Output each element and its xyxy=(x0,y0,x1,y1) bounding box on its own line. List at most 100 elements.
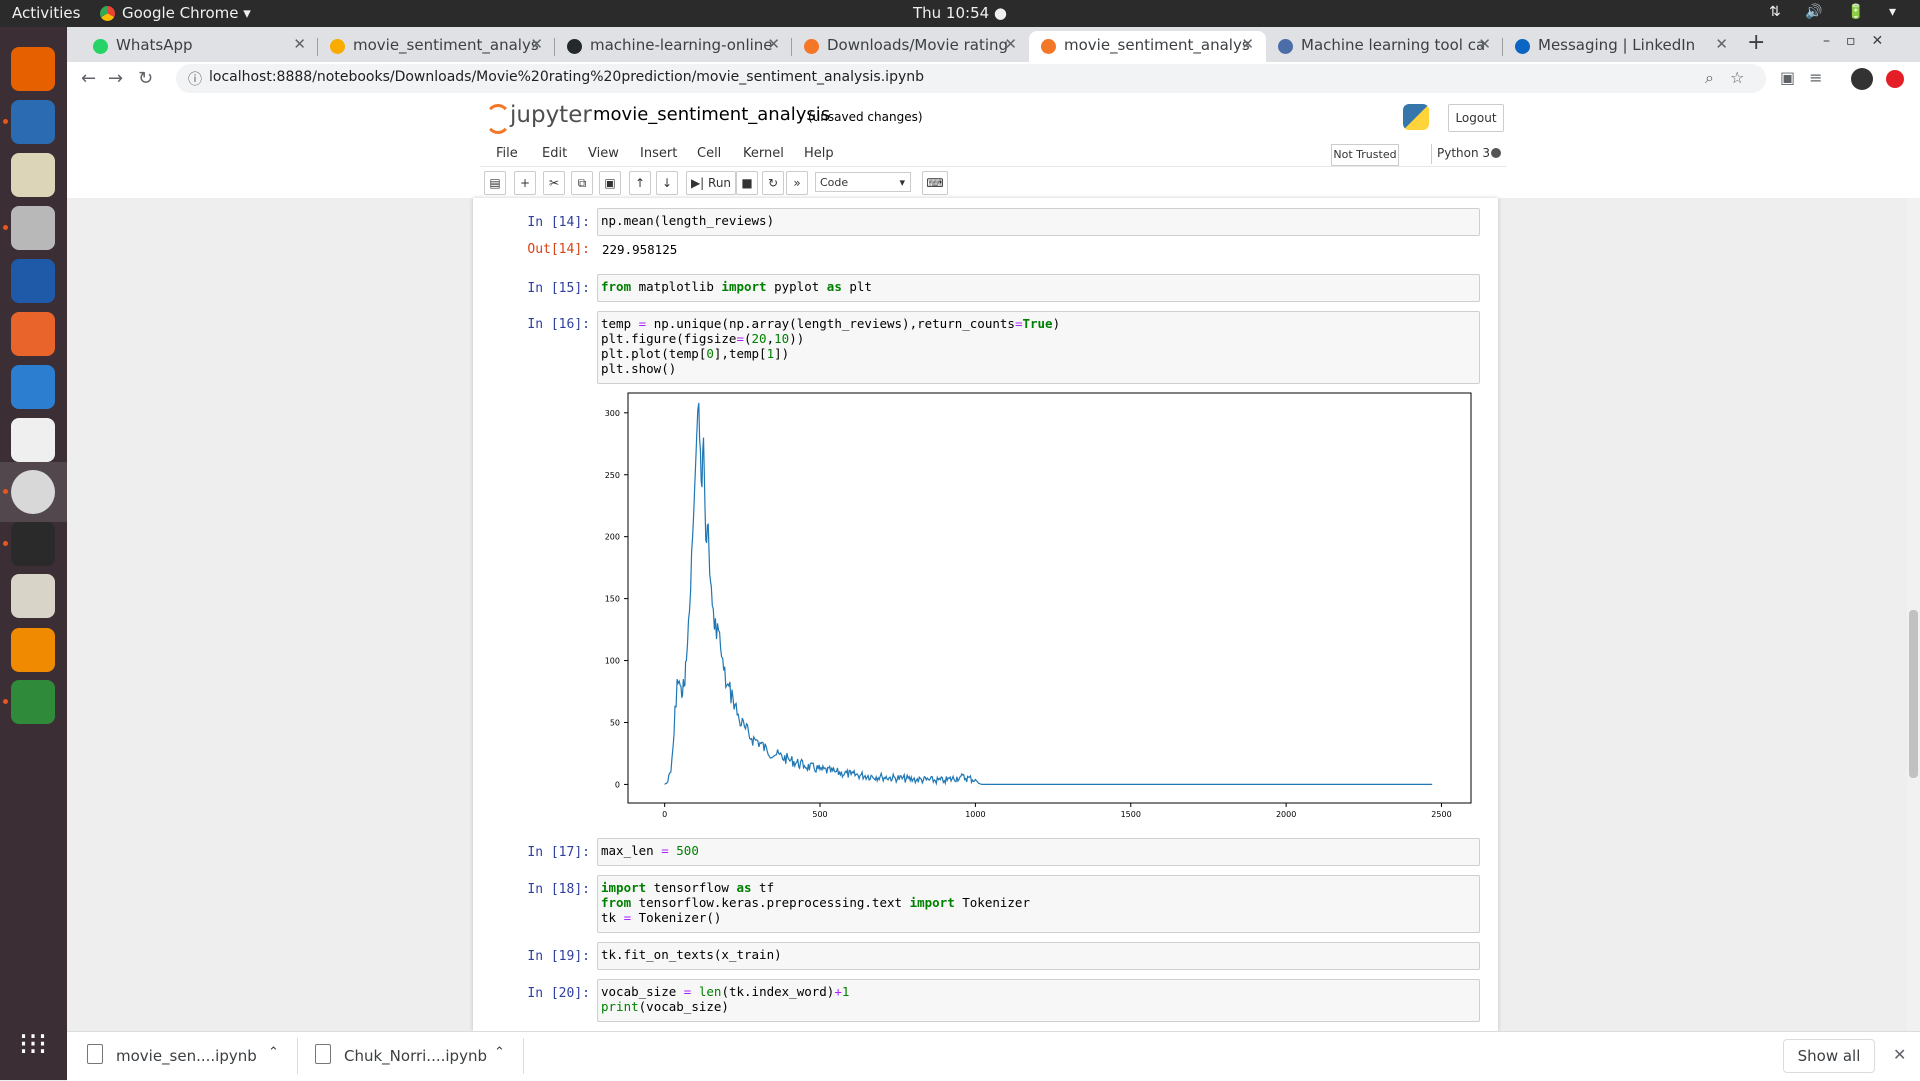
window-controls[interactable]: –▫✕ xyxy=(1823,33,1899,49)
code-cell-17[interactable]: max_len = 500 xyxy=(597,838,1480,866)
close-tab-icon[interactable]: ✕ xyxy=(1715,35,1728,53)
files-icon[interactable] xyxy=(11,206,55,250)
extension-red-icon[interactable] xyxy=(1886,70,1904,88)
close-tab-icon[interactable]: ✕ xyxy=(767,35,780,53)
close-icon[interactable]: ✕ xyxy=(1893,1045,1906,1064)
amazon-icon[interactable] xyxy=(11,418,55,462)
firefox-icon[interactable] xyxy=(11,47,55,91)
forward-icon[interactable]: → xyxy=(108,68,123,89)
x-tick-label: 2500 xyxy=(1431,810,1451,819)
code-cell-14[interactable]: np.mean(length_reviews) xyxy=(597,208,1480,236)
input-prompt: In [18]: xyxy=(527,882,590,897)
notebook-name[interactable]: movie_sentiment_analysis xyxy=(593,104,830,125)
close-tab-icon[interactable]: ✕ xyxy=(1478,35,1491,53)
writer-icon[interactable] xyxy=(11,259,55,303)
tab-separator xyxy=(554,38,555,56)
activities-button[interactable]: Activities xyxy=(12,4,80,22)
thunderbird-icon[interactable] xyxy=(11,100,55,144)
kernel-name[interactable]: Python 3 xyxy=(1437,146,1490,160)
menu-insert[interactable]: Insert xyxy=(640,146,677,161)
settings-icon[interactable] xyxy=(11,574,55,618)
browser-tab[interactable]: Machine learning tool car ✕ xyxy=(1266,31,1503,62)
chevron-down-icon: ▾ xyxy=(899,176,905,189)
code-cell-15[interactable]: from matplotlib import pyplot as plt xyxy=(597,274,1480,302)
reload-icon[interactable]: ↻ xyxy=(138,68,153,89)
plot-frame xyxy=(627,392,1472,804)
chevron-up-icon[interactable]: ⌃ xyxy=(268,1045,279,1060)
code-cell-18[interactable]: import tensorflow as tf from tensorflow.… xyxy=(597,875,1480,933)
menu-cell[interactable]: Cell xyxy=(697,146,721,161)
back-icon[interactable]: ← xyxy=(81,68,96,89)
save-status: (unsaved changes) xyxy=(808,110,923,124)
profile-avatar[interactable] xyxy=(1851,68,1873,90)
download-separator xyxy=(523,1038,524,1074)
code-text: max_len = 500 xyxy=(601,843,699,858)
logout-button[interactable]: Logout xyxy=(1448,104,1504,132)
browser-tab[interactable]: Downloads/Movie rating ✕ xyxy=(792,31,1029,62)
help-icon[interactable] xyxy=(11,365,55,409)
close-tab-icon[interactable]: ✕ xyxy=(530,35,543,53)
code-cell-16[interactable]: temp = np.unique(np.array(length_reviews… xyxy=(597,311,1480,384)
vlc-icon[interactable] xyxy=(11,628,55,672)
run-button[interactable]: ▶| Run xyxy=(686,171,736,195)
copy-icon[interactable]: ⧉ xyxy=(571,171,593,195)
save-icon[interactable]: ▤ xyxy=(484,171,506,195)
clock[interactable]: Thu 10:54 ● xyxy=(913,4,1007,22)
tab-separator xyxy=(317,38,318,56)
browser-tab[interactable]: machine-learning-online ✕ xyxy=(555,31,792,62)
rhythmbox-icon[interactable] xyxy=(11,153,55,197)
omnibox-actions[interactable]: ⌕☆ xyxy=(1705,68,1760,88)
close-tab-icon[interactable]: ✕ xyxy=(293,35,306,53)
scrollbar-thumb[interactable] xyxy=(1909,610,1918,778)
menu-file[interactable]: File xyxy=(496,146,518,161)
site-info-icon[interactable]: ⓘ xyxy=(188,69,202,89)
menu-edit[interactable]: Edit xyxy=(542,146,567,161)
chrome-icon[interactable] xyxy=(11,470,55,514)
code-cell-20[interactable]: vocab_size = len(tk.index_word)+1 print(… xyxy=(597,979,1480,1022)
calc-icon[interactable] xyxy=(11,680,55,724)
download-item-1[interactable]: movie_sen....ipynb xyxy=(116,1047,257,1065)
system-tray[interactable]: ⇅ 🔊 🔋 ▾ xyxy=(1769,4,1906,20)
extension-icons[interactable]: ▣≡ xyxy=(1780,68,1837,87)
restart-run-all-icon[interactable]: » xyxy=(786,171,808,195)
app-menu[interactable]: Google Chrome ▾ xyxy=(100,4,251,22)
move-down-icon[interactable]: ↓ xyxy=(656,171,678,195)
cell-type-select[interactable]: Code ▾ xyxy=(815,172,911,192)
cut-icon[interactable]: ✂ xyxy=(543,171,565,195)
jupyter-logo-text[interactable]: jupyter xyxy=(510,102,592,128)
menu-kernel[interactable]: Kernel xyxy=(743,146,784,161)
keyboard-icon[interactable]: ⌨ xyxy=(922,171,948,195)
chevron-up-icon[interactable]: ⌃ xyxy=(494,1045,505,1060)
new-tab-button[interactable]: + xyxy=(1747,30,1765,55)
browser-tab[interactable]: WhatsApp ✕ xyxy=(81,31,318,62)
show-all-button[interactable]: Show all xyxy=(1783,1039,1875,1073)
browser-tab[interactable]: movie_sentiment_analysis ✕ xyxy=(1029,31,1266,62)
url-text[interactable]: localhost:8888/notebooks/Downloads/Movie… xyxy=(209,69,924,85)
close-tab-icon[interactable]: ✕ xyxy=(1241,35,1254,53)
y-tick-label: 150 xyxy=(605,595,620,604)
x-tick-label: 1000 xyxy=(965,810,985,819)
input-prompt: In [15]: xyxy=(527,281,590,296)
code-cell-19[interactable]: tk.fit_on_texts(x_train) xyxy=(597,942,1480,970)
address-bar[interactable]: ⓘ localhost:8888/notebooks/Downloads/Mov… xyxy=(176,64,1766,93)
menu-divider xyxy=(480,166,1506,167)
tab-favicon-icon xyxy=(1041,39,1056,54)
move-up-icon[interactable]: ↑ xyxy=(629,171,651,195)
browser-tab[interactable]: Messaging | LinkedIn ✕ xyxy=(1503,31,1740,62)
browser-tab[interactable]: movie_sentiment_analysis ✕ xyxy=(318,31,555,62)
menu-view[interactable]: View xyxy=(588,146,619,161)
software-icon[interactable] xyxy=(11,312,55,356)
running-indicator xyxy=(3,489,8,494)
add-cell-icon[interactable]: + xyxy=(514,171,536,195)
interrupt-icon[interactable]: ■ xyxy=(736,171,758,195)
paste-icon[interactable]: ▣ xyxy=(599,171,621,195)
menu-help[interactable]: Help xyxy=(804,146,834,161)
terminal-icon[interactable] xyxy=(11,522,55,566)
show-applications-icon[interactable]: ⁝⁝⁝ xyxy=(16,1028,50,1062)
download-item-2[interactable]: Chuk_Norri....ipynb xyxy=(344,1047,487,1065)
close-tab-icon[interactable]: ✕ xyxy=(1004,35,1017,53)
trust-indicator[interactable]: Not Trusted xyxy=(1331,144,1399,166)
tab-favicon-icon xyxy=(93,39,108,54)
restart-icon[interactable]: ↻ xyxy=(762,171,784,195)
x-tick-label: 0 xyxy=(662,810,667,819)
